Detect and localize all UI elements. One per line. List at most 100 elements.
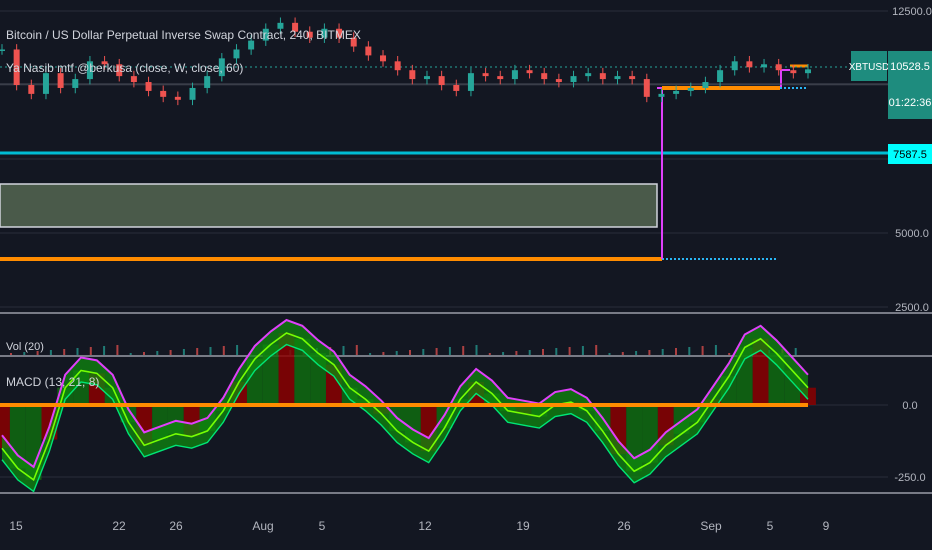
volume-bar (794, 348, 797, 355)
volume-bar (355, 345, 358, 355)
vol-label: Vol (20) (6, 341, 44, 353)
countdown-text: 01:22:36 (889, 97, 932, 109)
volume-bar (116, 345, 119, 355)
volume-bar (568, 347, 571, 355)
candle-body (28, 85, 35, 94)
volume-bar (49, 350, 52, 355)
time-tick-label: 12 (418, 519, 432, 533)
volume-bar (222, 346, 225, 355)
candle-body (160, 90, 167, 97)
macd-tick-label: 0.0 (902, 400, 917, 412)
macd-label: MACD (13, 21, 8) (6, 375, 99, 389)
candle-body (599, 73, 606, 80)
volume-bar (502, 352, 505, 355)
volume-bar (236, 345, 239, 355)
candle-body (174, 96, 181, 100)
candle-body (570, 76, 577, 83)
candle-body (526, 70, 533, 74)
candle-body (702, 82, 709, 88)
candle-body (438, 76, 445, 85)
candle-body (731, 61, 738, 71)
volume-bar (675, 348, 677, 355)
volume-bar (462, 346, 465, 355)
volume-bar (209, 347, 212, 355)
time-axis[interactable]: 15 22 26 Aug 5 12 19 26 Sep 5 9 (9, 519, 829, 533)
time-tick-label: 22 (112, 519, 126, 533)
candle-body (673, 90, 680, 94)
volume-bar (475, 345, 478, 355)
candle-body (511, 70, 518, 80)
volume-bar (595, 345, 598, 355)
volume-bar (182, 349, 185, 355)
volume-bar (635, 351, 638, 355)
volume-bar (129, 353, 132, 355)
candle-body (380, 55, 387, 62)
candle-body (805, 69, 811, 74)
candle-body (555, 79, 562, 83)
time-tick-label: 15 (9, 519, 23, 533)
candle-body (453, 85, 460, 91)
time-tick-label: 26 (169, 519, 183, 533)
volume-bar (542, 349, 544, 355)
candle-body (790, 70, 797, 74)
candle-body (467, 73, 474, 91)
price-tick-label: 12500.0 (892, 6, 932, 18)
candle-body (629, 76, 636, 80)
candle-body (482, 73, 489, 77)
candle-body (423, 76, 430, 80)
volume-bar (76, 348, 79, 355)
candle-body (541, 73, 548, 80)
last-price-badge-text: 10528.5 (890, 61, 930, 73)
candle-body (394, 61, 401, 71)
candle-body (614, 76, 621, 80)
volume-bar (728, 353, 731, 355)
candle-body (585, 73, 592, 77)
chart-canvas[interactable]: 152226Aug5121926Sep59 12500.010000.07500… (0, 0, 932, 550)
volume-bar (448, 347, 451, 355)
volume-bar (103, 346, 106, 355)
volume-bar (143, 352, 145, 355)
candle-body (189, 87, 196, 100)
candle-body (57, 73, 64, 88)
volume-bar (555, 348, 558, 355)
time-tick-label: 19 (516, 519, 530, 533)
volume-bar (581, 346, 584, 355)
candle-body (761, 64, 768, 68)
candle-body (687, 87, 694, 91)
candle-body (775, 64, 782, 71)
candle-body (643, 79, 650, 97)
time-tick-label: Sep (700, 519, 722, 533)
volume-bar (409, 350, 411, 355)
price-tick-label: 2500.0 (895, 302, 929, 314)
volume-bar (648, 350, 651, 355)
volume-bar (395, 351, 398, 355)
candle-body (0, 49, 5, 51)
candle-body (42, 73, 49, 94)
volume-bar (156, 351, 159, 355)
time-tick-label: 5 (767, 519, 774, 533)
candle-body (130, 76, 137, 83)
volume-bar (528, 350, 531, 355)
time-tick-label: 9 (823, 519, 830, 533)
candle-body (204, 76, 211, 88)
volume-bar (169, 350, 172, 355)
volume-bar (701, 346, 704, 355)
volume-bar (369, 353, 372, 355)
volume-bars (10, 345, 797, 355)
volume-bar (621, 352, 624, 355)
candle-body (497, 76, 504, 80)
candle-body (746, 61, 753, 68)
volume-bar (342, 346, 345, 355)
volume-bar (608, 353, 611, 355)
ticker-badge-text: XBTUSD (849, 62, 890, 73)
price-tick-label: 5000.0 (895, 228, 929, 240)
macd-tick-label: -250.0 (894, 472, 925, 484)
volume-bar (688, 347, 691, 355)
time-tick-label: 5 (319, 519, 326, 533)
price-zone-box[interactable] (0, 183, 658, 228)
volume-bar (422, 349, 425, 355)
volume-bar (661, 349, 664, 355)
candle-body (233, 49, 240, 59)
volume-bar (10, 353, 12, 355)
candle-body (409, 70, 416, 80)
